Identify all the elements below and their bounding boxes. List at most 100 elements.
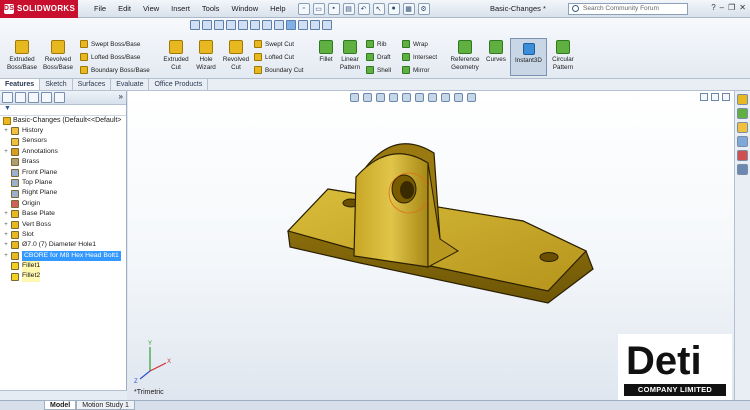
view-icon[interactable] <box>202 20 212 30</box>
display-manager-icon[interactable] <box>54 92 65 103</box>
fillet-button[interactable]: Fillet <box>316 40 336 64</box>
tree-item[interactable]: Origin <box>0 199 126 209</box>
tab-surfaces[interactable]: Surfaces <box>73 79 112 90</box>
view-icon[interactable] <box>250 20 260 30</box>
custom-properties-icon[interactable] <box>737 164 748 175</box>
intersect-button[interactable]: Intersect <box>402 51 437 63</box>
view-icon[interactable] <box>214 20 224 30</box>
tab-features[interactable]: Features <box>0 79 41 90</box>
expand-icon[interactable]: + <box>3 126 9 136</box>
tab-model[interactable]: Model <box>44 401 77 410</box>
menu-view[interactable]: View <box>137 0 165 18</box>
tree-item[interactable]: Top Plane <box>0 178 126 188</box>
tree-item[interactable]: + Annotations <box>0 147 126 157</box>
instant3d-button[interactable]: Instant3D <box>510 38 547 76</box>
tree-item[interactable]: + History <box>0 126 126 136</box>
swept-cut-button[interactable]: Swept Cut <box>254 38 294 50</box>
feature-tree-icon[interactable] <box>2 92 13 103</box>
tab-evaluate[interactable]: Evaluate <box>111 79 150 90</box>
menu-file[interactable]: File <box>88 0 112 18</box>
extruded-boss-button[interactable]: Extruded Boss/Base <box>4 40 40 71</box>
rebuild-icon[interactable]: ● <box>387 2 400 15</box>
view-icon[interactable] <box>190 20 200 30</box>
revolved-boss-button[interactable]: Revolved Boss/Base <box>40 40 76 71</box>
view-icon[interactable] <box>286 20 296 30</box>
tree-root[interactable]: Basic-Changes (Default<<Default> <box>0 116 126 126</box>
view-icon[interactable] <box>274 20 284 30</box>
shell-button[interactable]: Shell <box>366 64 391 76</box>
select-icon[interactable]: ↖ <box>372 2 385 15</box>
file-properties-icon[interactable]: ▦ <box>402 2 415 15</box>
minimize-button[interactable]: – <box>720 3 724 12</box>
tab-office-products[interactable]: Office Products <box>149 79 209 90</box>
restore-button[interactable]: ❐ <box>728 3 735 12</box>
app-logo[interactable]: DS SOLIDWORKS <box>0 0 78 18</box>
tab-sketch[interactable]: Sketch <box>40 79 73 90</box>
view-icon[interactable] <box>310 20 320 30</box>
expand-icon[interactable]: + <box>3 147 9 157</box>
close-button[interactable]: ✕ <box>739 3 746 12</box>
menu-tools[interactable]: Tools <box>196 0 226 18</box>
tree-item[interactable]: Sensors <box>0 136 126 146</box>
tree-item[interactable]: Fillet2 <box>0 271 126 282</box>
lofted-boss-button[interactable]: Lofted Boss/Base <box>80 51 140 63</box>
draft-button[interactable]: Draft <box>366 51 391 63</box>
open-icon[interactable]: ▭ <box>312 2 325 15</box>
search-input[interactable]: Search Community Forum <box>568 3 688 15</box>
curves-button[interactable]: Curves <box>484 40 508 64</box>
extruded-cut-button[interactable]: Extruded Cut <box>160 40 192 71</box>
expand-icon[interactable]: + <box>3 209 9 219</box>
view-palette-icon[interactable] <box>737 136 748 147</box>
rib-button[interactable]: Rib <box>366 38 386 50</box>
tree-item[interactable]: + Ø7.0 (7) Diameter Hole1 <box>0 240 126 250</box>
wrap-button[interactable]: Wrap <box>402 38 428 50</box>
view-icon[interactable] <box>262 20 272 30</box>
view-icon[interactable] <box>226 20 236 30</box>
tree-item[interactable]: + CBORE for M8 Hex Head Bolt1 <box>0 250 126 262</box>
menu-insert[interactable]: Insert <box>165 0 196 18</box>
more-tabs-icon[interactable]: » <box>119 92 123 103</box>
view-icon[interactable] <box>238 20 248 30</box>
view-icon[interactable] <box>298 20 308 30</box>
linear-pattern-button[interactable]: Linear Pattern <box>338 40 362 71</box>
file-explorer-icon[interactable] <box>737 122 748 133</box>
design-library-icon[interactable] <box>737 108 748 119</box>
circular-pattern-button[interactable]: Circular Pattern <box>548 40 578 71</box>
dimxpert-icon[interactable] <box>41 92 52 103</box>
boundary-boss-button[interactable]: Boundary Boss/Base <box>80 64 150 76</box>
tab-motion-study[interactable]: Motion Study 1 <box>76 401 135 410</box>
mirror-button[interactable]: Mirror <box>402 64 429 76</box>
property-manager-icon[interactable] <box>15 92 26 103</box>
expand-icon[interactable]: + <box>3 220 9 230</box>
expand-icon[interactable]: + <box>3 240 9 250</box>
tree-item[interactable]: + Vert Boss <box>0 220 126 230</box>
menu-help[interactable]: Help <box>264 0 291 18</box>
panel-scrollbar[interactable] <box>0 390 127 400</box>
reference-geometry-button[interactable]: Reference Geometry <box>448 40 482 71</box>
boundary-cut-button[interactable]: Boundary Cut <box>254 64 304 76</box>
tree-item[interactable]: Right Plane <box>0 188 126 198</box>
revolved-cut-button[interactable]: Revolved Cut <box>220 40 252 71</box>
hole-wizard-button[interactable]: Hole Wizard <box>192 40 220 71</box>
view-icon[interactable] <box>322 20 332 30</box>
undo-icon[interactable]: ↶ <box>357 2 370 15</box>
expand-icon[interactable]: + <box>3 230 9 240</box>
tree-item[interactable]: + Slot <box>0 230 126 240</box>
options-icon[interactable]: ⚙ <box>417 2 430 15</box>
tree-item[interactable]: Fillet1 <box>0 261 126 272</box>
tree-item[interactable]: + Base Plate <box>0 209 126 219</box>
lofted-cut-button[interactable]: Lofted Cut <box>254 51 294 63</box>
tree-item[interactable]: Brass <box>0 157 126 167</box>
new-icon[interactable]: ▫ <box>297 2 310 15</box>
save-icon[interactable]: ▪ <box>327 2 340 15</box>
menu-edit[interactable]: Edit <box>112 0 137 18</box>
swept-boss-button[interactable]: Swept Boss/Base <box>80 38 140 50</box>
configuration-manager-icon[interactable] <box>28 92 39 103</box>
tree-item[interactable]: Front Plane <box>0 168 126 178</box>
resources-icon[interactable] <box>737 94 748 105</box>
print-icon[interactable]: ▤ <box>342 2 355 15</box>
appearances-icon[interactable] <box>737 150 748 161</box>
menu-window[interactable]: Window <box>225 0 264 18</box>
expand-icon[interactable]: + <box>3 251 9 261</box>
filter-icon[interactable]: ▼ <box>0 105 126 116</box>
